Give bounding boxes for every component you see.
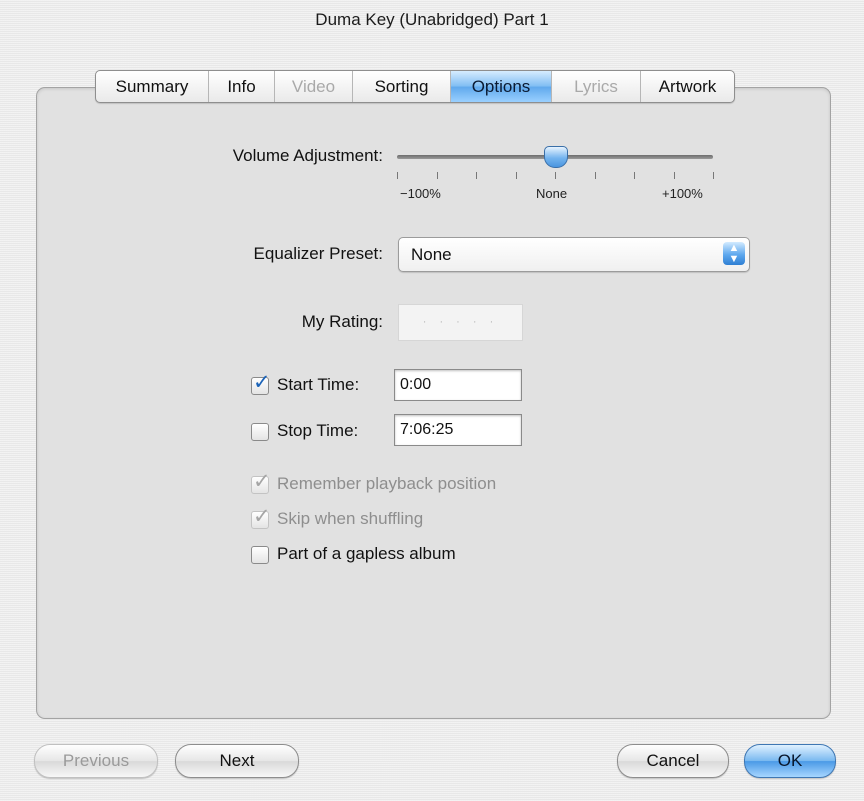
volume-mid-label: None	[536, 186, 568, 201]
skip-shuffling-checkbox: ✓	[251, 506, 271, 529]
volume-tick	[713, 172, 714, 179]
rating-dots: · · · · ·	[422, 316, 499, 328]
volume-tick	[516, 172, 517, 179]
equalizer-preset-popup[interactable]: None ▲ ▼	[398, 237, 750, 272]
start-time-field[interactable]: 0:00	[394, 369, 522, 401]
tab-video: Video	[275, 71, 353, 102]
checkmark-icon: ✓	[253, 470, 271, 493]
tab-sorting[interactable]: Sorting	[353, 71, 451, 102]
ok-button[interactable]: OK	[744, 744, 836, 778]
rating-control[interactable]: · · · · ·	[398, 304, 523, 341]
popup-updown-arrows-icon: ▲ ▼	[723, 242, 745, 265]
start-time-checkbox[interactable]: ✓	[251, 372, 271, 395]
tab-options[interactable]: Options	[451, 71, 552, 102]
gapless-album-label: Part of a gapless album	[277, 544, 456, 563]
volume-slider[interactable]	[397, 146, 713, 168]
volume-slider-thumb[interactable]	[544, 146, 568, 168]
stop-time-label: Stop Time:	[277, 421, 359, 440]
volume-tick	[555, 172, 556, 179]
equalizer-selected-value: None	[411, 245, 452, 264]
volume-ticks	[397, 172, 714, 182]
previous-button: Previous	[34, 744, 158, 778]
start-time-value: 0:00	[400, 376, 432, 393]
tab-artwork[interactable]: Artwork	[641, 71, 734, 102]
cancel-button[interactable]: Cancel	[617, 744, 729, 778]
stop-time-checkbox[interactable]	[251, 423, 269, 441]
remember-playback-label: Remember playback position	[277, 474, 497, 493]
volume-max-label: +100%	[662, 186, 703, 201]
volume-min-label: −100%	[400, 186, 441, 201]
rating-label: My Rating:	[301, 312, 383, 331]
stop-time-value: 7:06:25	[400, 421, 454, 438]
volume-tick	[674, 172, 675, 179]
remember-playback-checkbox: ✓	[251, 471, 271, 494]
tab-summary[interactable]: Summary	[96, 71, 209, 102]
gapless-album-checkbox[interactable]	[251, 546, 269, 564]
tab-info[interactable]: Info	[209, 71, 275, 102]
volume-tick	[595, 172, 596, 179]
next-button[interactable]: Next	[175, 744, 299, 778]
volume-tick	[437, 172, 438, 179]
tab-bar: Summary Info Video Sorting Options Lyric…	[95, 70, 735, 103]
tab-lyrics: Lyrics	[552, 71, 641, 102]
volume-label: Volume Adjustment:	[232, 146, 383, 165]
equalizer-label: Equalizer Preset:	[253, 244, 383, 263]
stop-time-field[interactable]: 7:06:25	[394, 414, 522, 446]
volume-tick	[476, 172, 477, 179]
checkmark-icon: ✓	[253, 505, 271, 528]
window-title: Duma Key (Unabridged) Part 1	[315, 10, 549, 29]
volume-tick	[397, 172, 398, 179]
volume-tick	[634, 172, 635, 179]
checkmark-icon: ✓	[253, 371, 271, 394]
start-time-label: Start Time:	[277, 375, 360, 394]
skip-shuffling-label: Skip when shuffling	[277, 509, 424, 528]
